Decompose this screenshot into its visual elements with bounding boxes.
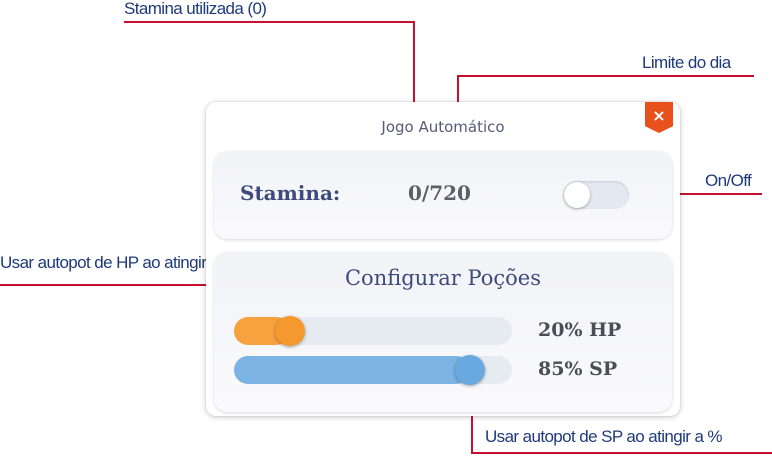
sp-slider[interactable] [234, 355, 512, 385]
hp-slider-handle[interactable] [274, 316, 305, 346]
callout-line [471, 452, 772, 454]
callout-line [458, 75, 754, 77]
toggle-knob[interactable] [564, 182, 590, 208]
callout-sp-autopot: Usar autopot de SP ao atingir a % [485, 427, 723, 446]
sp-slider-handle[interactable] [455, 355, 486, 385]
hp-slider[interactable] [234, 316, 512, 346]
potions-title: Configurar Poções [344, 266, 541, 290]
callout-stamina-used: Stamina utilizada (0) [124, 0, 267, 18]
hp-percent-label: 20% HP [538, 319, 622, 341]
sp-percent-label: 85% SP [538, 358, 618, 380]
callout-daily-limit: Limite do dia [642, 53, 731, 72]
auto-toggle[interactable] [563, 181, 629, 209]
sp-slider-fill [234, 356, 471, 384]
callout-on-off: On/Off [705, 171, 752, 190]
stamina-label: Stamina: [240, 181, 341, 205]
stamina-value: 0/720 [408, 181, 471, 205]
potions-card: Configurar Poções 20% HP 85% SP [214, 252, 672, 412]
close-icon: × [652, 106, 666, 125]
stamina-card: Stamina: 0/720 [214, 151, 672, 239]
callout-line [124, 21, 415, 23]
panel-title: Jogo Automático [381, 118, 505, 136]
callout-hp-autopot: Usar autopot de HP ao atingir a % [0, 253, 238, 272]
auto-game-panel: Jogo Automático × Stamina: 0/720 Configu… [206, 102, 680, 416]
